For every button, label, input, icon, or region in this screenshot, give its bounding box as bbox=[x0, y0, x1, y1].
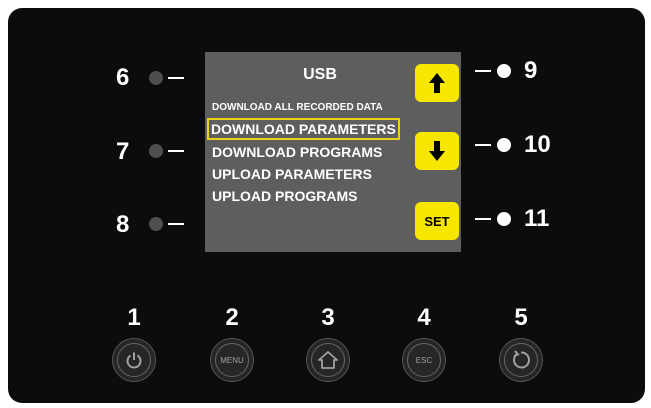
power-button[interactable] bbox=[112, 338, 156, 382]
leader-line-6 bbox=[168, 77, 184, 79]
label-7: 7 bbox=[116, 138, 130, 165]
leader-line-7 bbox=[168, 150, 184, 152]
arrow-up-icon bbox=[429, 73, 445, 93]
label-10: 10 bbox=[524, 131, 551, 158]
label-2: 2 bbox=[225, 304, 239, 331]
esc-button[interactable]: ESC bbox=[402, 338, 446, 382]
esc-button-ring: ESC bbox=[407, 343, 441, 377]
label-3: 3 bbox=[321, 304, 335, 331]
control-panel: 6 7 8 USB DOWNLOAD ALL RECORDED DATA DOW… bbox=[8, 8, 645, 403]
indicator-9-led bbox=[497, 64, 511, 78]
menu-button[interactable]: MENU bbox=[210, 338, 254, 382]
label-8: 8 bbox=[116, 211, 130, 238]
arrow-down-icon bbox=[429, 141, 445, 161]
lcd-screen: USB DOWNLOAD ALL RECORDED DATA DOWNLOAD … bbox=[205, 52, 461, 252]
screen-title: USB bbox=[303, 66, 337, 83]
label-6: 6 bbox=[116, 64, 130, 91]
menu-item-download-all-recorded-data[interactable]: DOWNLOAD ALL RECORDED DATA bbox=[212, 102, 383, 113]
menu-item-download-programs[interactable]: DOWNLOAD PROGRAMS bbox=[212, 144, 382, 160]
indicator-7-led bbox=[149, 144, 163, 158]
indicator-10-led bbox=[497, 138, 511, 152]
leader-line-9 bbox=[475, 70, 491, 72]
menu-item-download-parameters[interactable]: DOWNLOAD PARAMETERS bbox=[207, 118, 400, 140]
down-softkey[interactable] bbox=[415, 132, 459, 170]
power-icon bbox=[126, 352, 142, 369]
home-button-ring bbox=[311, 343, 345, 377]
refresh-icon bbox=[513, 350, 530, 369]
menu-label: MENU bbox=[220, 355, 244, 365]
menu-item-upload-programs[interactable]: UPLOAD PROGRAMS bbox=[212, 188, 357, 204]
menu-button-ring: MENU bbox=[215, 343, 249, 377]
up-softkey[interactable] bbox=[415, 64, 459, 102]
label-5: 5 bbox=[514, 304, 528, 331]
refresh-button[interactable] bbox=[499, 338, 543, 382]
indicator-6-led bbox=[149, 71, 163, 85]
esc-label: ESC bbox=[415, 355, 433, 365]
leader-line-8 bbox=[168, 223, 184, 225]
menu-item-upload-parameters[interactable]: UPLOAD PARAMETERS bbox=[212, 166, 372, 182]
leader-line-11 bbox=[475, 218, 491, 220]
leader-line-10 bbox=[475, 144, 491, 146]
label-11: 11 bbox=[524, 205, 550, 232]
label-1: 1 bbox=[127, 304, 141, 331]
home-icon bbox=[318, 351, 338, 369]
indicator-8-led bbox=[149, 217, 163, 231]
power-button-ring bbox=[117, 343, 151, 377]
label-9: 9 bbox=[524, 57, 538, 84]
set-softkey[interactable]: SET bbox=[415, 202, 459, 240]
home-button[interactable] bbox=[306, 338, 350, 382]
indicator-11-led bbox=[497, 212, 511, 226]
label-4: 4 bbox=[417, 304, 431, 331]
refresh-button-ring bbox=[504, 343, 538, 377]
set-label: SET bbox=[424, 213, 450, 229]
